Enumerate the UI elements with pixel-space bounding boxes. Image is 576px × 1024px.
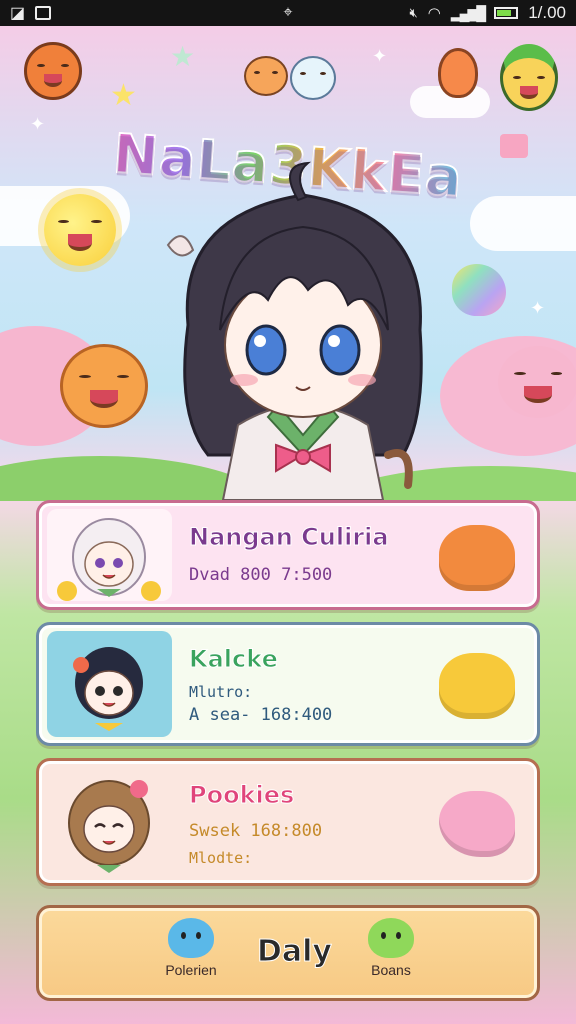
character-blush — [348, 374, 376, 386]
green-frog-icon[interactable] — [500, 44, 558, 111]
sun-mascot-icon — [44, 194, 116, 266]
yellow-cat-pet-icon — [439, 653, 515, 719]
clock: 1/.00 — [528, 3, 566, 22]
sparkle-icon: ✦ — [372, 46, 388, 67]
status-left: ◪ — [10, 3, 52, 23]
bottom-nav: Polerien Daly Boans — [36, 905, 540, 1001]
nav-polerien-label: Polerien — [165, 962, 217, 978]
brown-haired-girl-avatar — [47, 767, 172, 877]
rainbow-fish-icon — [452, 264, 506, 316]
character-bow-knot — [295, 449, 311, 465]
status-right: 🔇︎ ◠ ▂▄▆█ 1/.00 — [410, 3, 566, 23]
green-creature-icon — [368, 918, 414, 958]
daily-button[interactable]: Daly — [257, 934, 333, 970]
location-icon: ⌖ — [283, 4, 293, 21]
character-card-2[interactable]: Kalcke Mlutro: A sea- 168:400 — [36, 622, 540, 746]
character-stat-line: Dvad 800 7:500 — [189, 565, 333, 585]
character-left-eye — [245, 324, 287, 376]
status-bar: ◪ ⌖ 🔇︎ ◠ ▂▄▆█ 1/.00 — [0, 0, 576, 26]
signal-icon: ▂▄▆█ — [450, 4, 486, 21]
star-icon: ★ — [170, 40, 196, 73]
balloon-icon — [438, 48, 478, 98]
character-card-1[interactable]: Nangan Culiria Dvad 800 7:500 — [36, 500, 540, 610]
orange-fox-icon[interactable] — [24, 42, 82, 100]
bear-mascot-icon — [244, 56, 288, 96]
sparkle-icon: ✦ — [530, 298, 546, 319]
star-icon: ★ — [110, 78, 137, 113]
character-name: Kalcke — [189, 645, 279, 674]
character-stat-line: A sea- 168:400 — [189, 705, 333, 725]
image-icon: ◪ — [10, 5, 26, 22]
wifi-icon: ◠ — [427, 5, 441, 22]
pink-blob-mascot-icon — [498, 346, 576, 418]
dark-haired-boy-avatar — [47, 631, 172, 737]
orange-slime-pet-icon — [439, 525, 515, 591]
character-tail — [384, 449, 413, 489]
eye-highlight — [328, 335, 340, 347]
battery-icon — [494, 7, 519, 19]
nav-boans-label: Boans — [371, 962, 411, 978]
mute-icon: 🔇︎ — [409, 5, 418, 20]
orange-cat-mascot-icon — [60, 344, 148, 428]
character-right-eye — [319, 324, 361, 376]
character-card-3[interactable]: Pookies Swsek 168:800 Mlodte: — [36, 758, 540, 886]
white-haired-girl-avatar — [47, 509, 172, 601]
character-stat-line: Swsek 168:800 — [189, 821, 323, 841]
character-blush — [230, 374, 258, 386]
blue-creature-icon — [168, 918, 214, 958]
character-stat-line: Mlodte: — [189, 849, 253, 867]
nav-polerien-button[interactable]: Polerien — [151, 918, 231, 978]
character-hair-clip — [166, 235, 195, 257]
character-name: Pookies — [188, 781, 295, 810]
main-character — [166, 161, 423, 500]
bunny-mascot-icon — [290, 56, 336, 100]
eye-highlight — [254, 335, 266, 347]
character-stat-line: Mlutro: — [189, 683, 253, 701]
pink-ghost-pet-icon — [439, 791, 515, 857]
character-name: Nangan Culiria — [189, 523, 390, 552]
nav-boans-button[interactable]: Boans — [351, 918, 431, 978]
character-ahoge — [289, 161, 312, 202]
sim-icon — [35, 6, 52, 20]
